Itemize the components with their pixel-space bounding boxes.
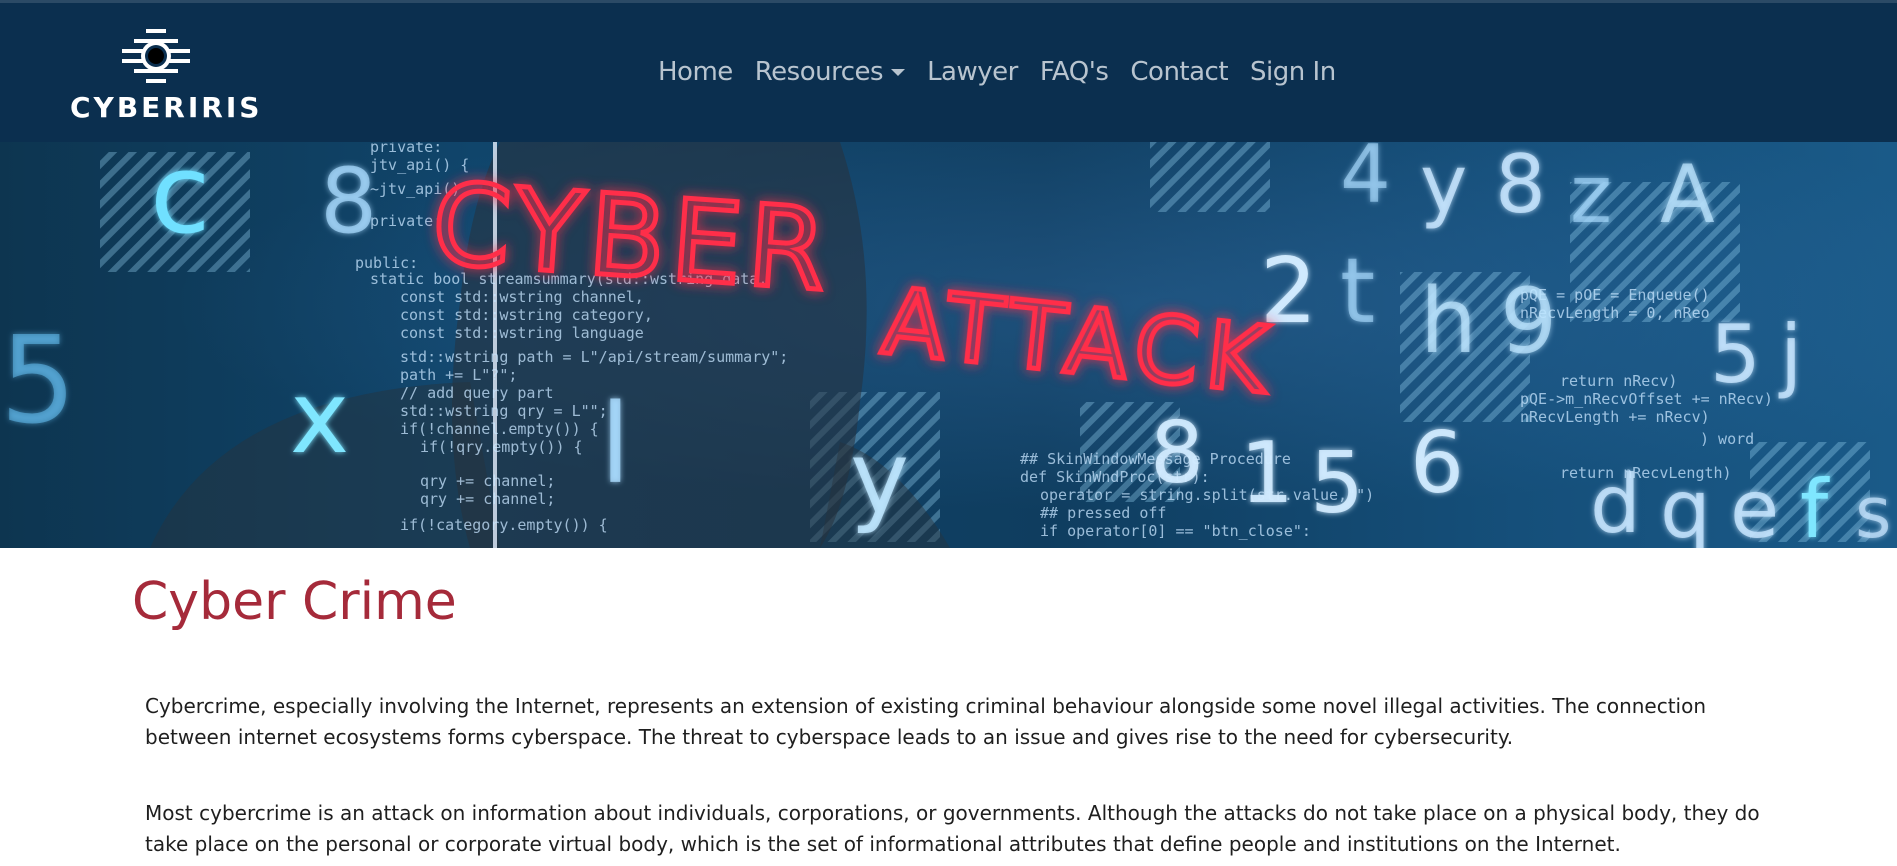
svg-text:) word: ) word bbox=[1700, 430, 1754, 448]
svg-text:qry += channel;: qry += channel; bbox=[420, 490, 555, 508]
svg-text:c: c bbox=[150, 142, 210, 258]
nav-lawyer[interactable]: Lawyer bbox=[927, 57, 1018, 87]
svg-text:if(!qry.empty()) {: if(!qry.empty()) { bbox=[420, 438, 583, 456]
brand-name: CYBERIRIS bbox=[70, 91, 263, 124]
svg-text:q: q bbox=[1660, 463, 1711, 548]
paragraph-intro: Cybercrime, especially involving the Int… bbox=[145, 694, 1707, 749]
iris-eye-icon bbox=[122, 29, 190, 83]
svg-text:e: e bbox=[1730, 463, 1779, 548]
svg-text:// add query part: // add query part bbox=[400, 384, 554, 402]
chevron-down-icon bbox=[891, 68, 906, 76]
nav-resources[interactable]: Resources bbox=[754, 57, 906, 87]
svg-text:h: h bbox=[1420, 269, 1477, 374]
svg-text:if operator[0] == "btn_close":: if operator[0] == "btn_close": bbox=[1040, 522, 1311, 540]
svg-text:return nRecv): return nRecv) bbox=[1560, 372, 1677, 390]
svg-text:5: 5 bbox=[1710, 308, 1761, 401]
svg-text:1: 1 bbox=[1240, 424, 1294, 523]
svg-text:A: A bbox=[1660, 148, 1715, 241]
nav-contact[interactable]: Contact bbox=[1130, 57, 1228, 87]
main-nav: Home Resources Lawyer FAQ's Contact Sign… bbox=[658, 57, 1336, 87]
svg-text:y: y bbox=[1420, 142, 1467, 231]
svg-text:8: 8 bbox=[1150, 404, 1204, 503]
svg-text:y: y bbox=[850, 419, 909, 536]
svg-text:if(!category.empty()) {: if(!category.empty()) { bbox=[400, 516, 608, 534]
svg-text:private:: private: bbox=[370, 212, 442, 230]
svg-text:std::wstring qry = L"";: std::wstring qry = L""; bbox=[400, 402, 608, 420]
svg-text:private:: private: bbox=[370, 142, 442, 156]
svg-text:8: 8 bbox=[1495, 142, 1546, 231]
svg-text:x: x bbox=[290, 359, 349, 476]
paragraph-detail: Most cybercrime is an attack on informat… bbox=[145, 801, 1760, 856]
svg-text:nRecvLength += nRecv): nRecvLength += nRecv) bbox=[1520, 408, 1710, 426]
hero-banner: private: jtv_api() { ~jtv_api() private:… bbox=[0, 142, 1897, 548]
svg-text:5: 5 bbox=[0, 312, 76, 451]
top-navbar: CYBERIRIS Home Resources Lawyer FAQ's Co… bbox=[0, 0, 1897, 142]
svg-text:l: l bbox=[600, 380, 631, 508]
svg-text:const std::wstring language: const std::wstring language bbox=[400, 324, 644, 342]
svg-text:z: z bbox=[1570, 148, 1612, 241]
svg-text:path += L"?";: path += L"?"; bbox=[400, 366, 517, 384]
svg-text:## pressed off: ## pressed off bbox=[1040, 504, 1166, 522]
svg-text:9: 9 bbox=[1500, 269, 1557, 374]
svg-text:f: f bbox=[1800, 463, 1830, 548]
svg-text:if(!channel.empty()) {: if(!channel.empty()) { bbox=[400, 420, 599, 438]
svg-text:qry += channel;: qry += channel; bbox=[420, 472, 555, 490]
hero-headline-line1: CYBER bbox=[428, 159, 836, 317]
svg-text:4: 4 bbox=[1340, 142, 1391, 221]
nav-resources-label: Resources bbox=[754, 57, 884, 87]
svg-text:6: 6 bbox=[1410, 414, 1464, 513]
hero-image: private: jtv_api() { ~jtv_api() private:… bbox=[0, 142, 1891, 548]
nav-home[interactable]: Home bbox=[658, 57, 733, 87]
svg-text:std::wstring path = L"/api/str: std::wstring path = L"/api/stream/summar… bbox=[400, 348, 788, 366]
nav-faqs[interactable]: FAQ's bbox=[1040, 57, 1109, 87]
svg-text:t: t bbox=[1340, 239, 1375, 344]
brand-logo[interactable]: CYBERIRIS bbox=[70, 27, 263, 127]
svg-text:5: 5 bbox=[1310, 434, 1364, 533]
svg-text:const std::wstring category,: const std::wstring category, bbox=[400, 306, 653, 324]
svg-text:8: 8 bbox=[320, 149, 377, 254]
svg-text:s: s bbox=[1855, 472, 1891, 548]
svg-text:d: d bbox=[1590, 458, 1641, 548]
svg-text:j: j bbox=[1778, 308, 1802, 401]
nav-sign-in[interactable]: Sign In bbox=[1250, 57, 1336, 87]
page-title: Cyber Crime bbox=[132, 572, 457, 632]
